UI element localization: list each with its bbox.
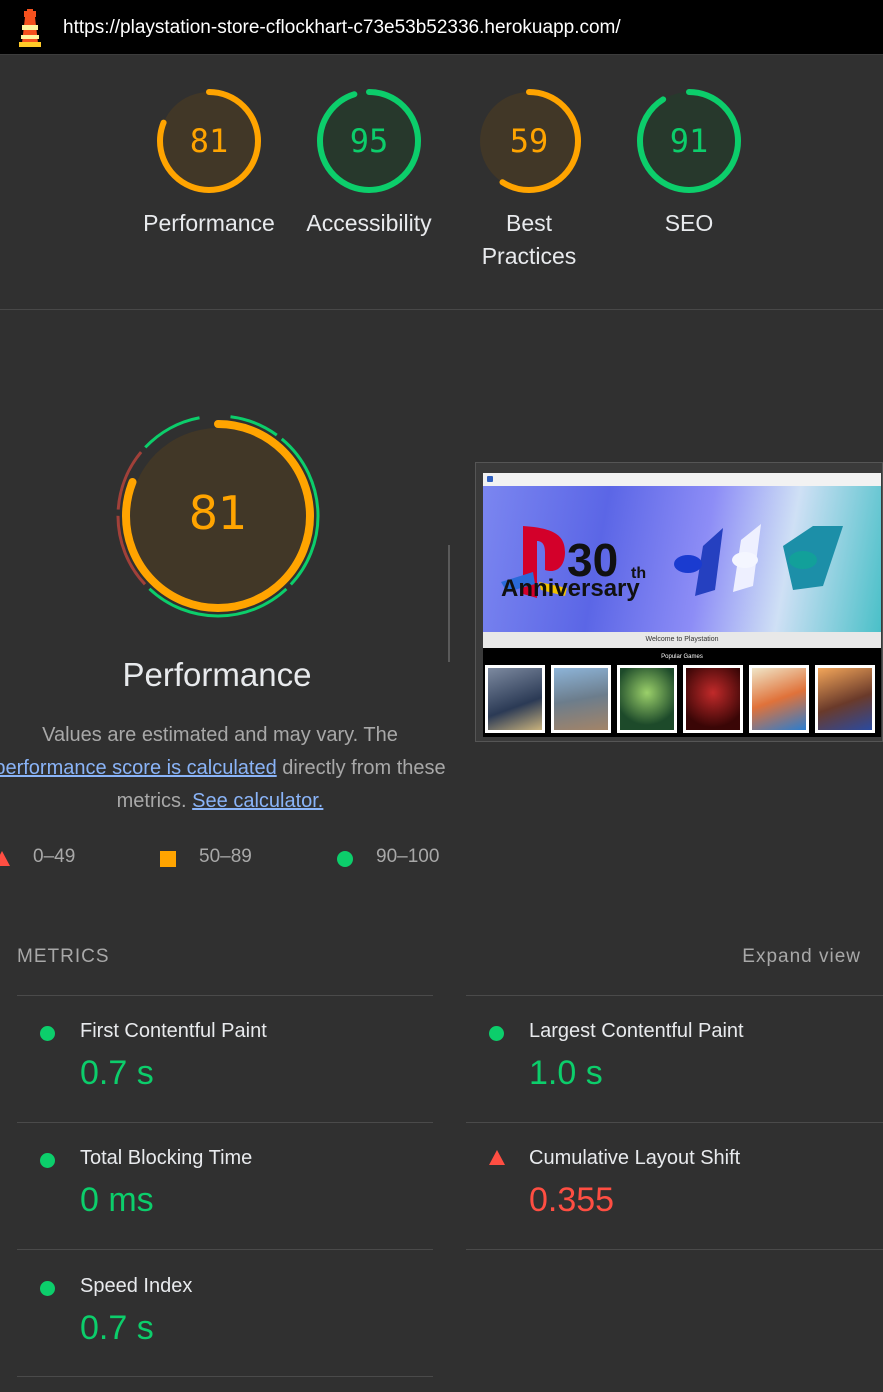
gauge-score: 81 <box>190 122 229 160</box>
screenshot-game-tile <box>551 665 611 733</box>
metric-value: 0.7 s <box>80 1309 154 1347</box>
metrics-heading: METRICS <box>17 946 110 967</box>
metric-divider <box>17 1376 433 1377</box>
metric-value: 0.7 s <box>80 1054 154 1092</box>
section-divider <box>0 309 883 310</box>
lighthouse-icon <box>19 9 41 47</box>
legend-pass-label: 90–100 <box>376 846 440 867</box>
screenshot-game-tile <box>617 665 677 733</box>
circle-icon <box>337 851 353 867</box>
url-bar: https://playstation-store-cflockhart-c73… <box>0 0 883 55</box>
gauge-label: SEO <box>664 210 714 236</box>
metric-divider <box>17 1249 433 1250</box>
screenshot-hero-anniversary: Anniversary <box>501 575 640 602</box>
screenshot-navbar <box>483 473 881 486</box>
metric-title: Speed Index <box>80 1275 193 1297</box>
metric-value: 1.0 s <box>529 1054 603 1092</box>
pass-circle-icon <box>40 1026 55 1041</box>
gauge-label: Best Practices <box>481 210 577 269</box>
metric-value: 0 ms <box>80 1181 154 1219</box>
gauge-best-practices[interactable]: 59 Best Practices <box>474 87 584 269</box>
screenshot-welcome: Welcome to Playstation <box>483 632 881 648</box>
gauge-score: 59 <box>510 122 549 160</box>
see-calculator-link[interactable]: See calculator. <box>192 790 323 812</box>
gauge-score: 95 <box>350 122 389 160</box>
final-screenshot[interactable]: 30 th Anniversary Welcome to Playstation… <box>475 462 883 742</box>
screenshot-game-tile <box>815 665 875 733</box>
metric-divider <box>17 1122 433 1123</box>
pass-circle-icon <box>40 1281 55 1296</box>
triangle-icon <box>0 851 10 866</box>
gauge-seo[interactable]: 91 SEO <box>634 87 744 236</box>
metric-value: 0.355 <box>529 1181 615 1219</box>
legend-average-label: 50–89 <box>199 846 252 867</box>
gauge-ring: 95 <box>317 89 421 193</box>
performance-big-gauge: 81 <box>116 414 320 618</box>
gauge-ring: 91 <box>637 89 741 193</box>
vertical-divider <box>448 545 450 662</box>
pass-circle-icon <box>40 1153 55 1168</box>
screenshot-popular-games: Popular Games <box>661 654 703 660</box>
screenshot-hero-banner: 30 th Anniversary <box>483 486 881 632</box>
square-icon <box>160 851 176 867</box>
performance-big-score: 81 <box>189 486 248 540</box>
screenshot-game-tile <box>683 665 743 733</box>
metric-divider <box>466 1122 883 1123</box>
description-text: Values are estimated and may vary. The <box>42 724 398 746</box>
metric-divider <box>17 995 433 996</box>
score-calculation-link[interactable]: performance score is calculated <box>0 757 277 779</box>
fail-triangle-icon <box>489 1150 505 1165</box>
page-url[interactable]: https://playstation-store-cflockhart-c73… <box>63 17 621 39</box>
gauge-score: 91 <box>670 122 709 160</box>
pass-circle-icon <box>489 1026 504 1041</box>
metric-title: Largest Contentful Paint <box>529 1020 744 1042</box>
gauge-ring: 81 <box>157 89 261 193</box>
screenshot-game-tile <box>749 665 809 733</box>
performance-description: Values are estimated and may vary. The p… <box>0 719 450 818</box>
metric-divider <box>466 995 883 996</box>
metric-divider <box>466 1249 883 1250</box>
metric-title: Total Blocking Time <box>80 1147 253 1169</box>
gauge-performance[interactable]: 81 Performance <box>143 87 275 236</box>
metric-title: First Contentful Paint <box>80 1020 267 1042</box>
screenshot-game-tile <box>485 665 545 733</box>
metric-title: Cumulative Layout Shift <box>529 1147 741 1169</box>
legend-fail-label: 0–49 <box>33 846 76 867</box>
gauge-ring: 59 <box>477 89 581 193</box>
gauge-accessibility[interactable]: 95 Accessibility <box>306 87 432 236</box>
expand-view-button[interactable]: Expand view <box>742 946 861 968</box>
performance-title: Performance <box>122 656 312 693</box>
gauge-label: Accessibility <box>306 210 432 236</box>
